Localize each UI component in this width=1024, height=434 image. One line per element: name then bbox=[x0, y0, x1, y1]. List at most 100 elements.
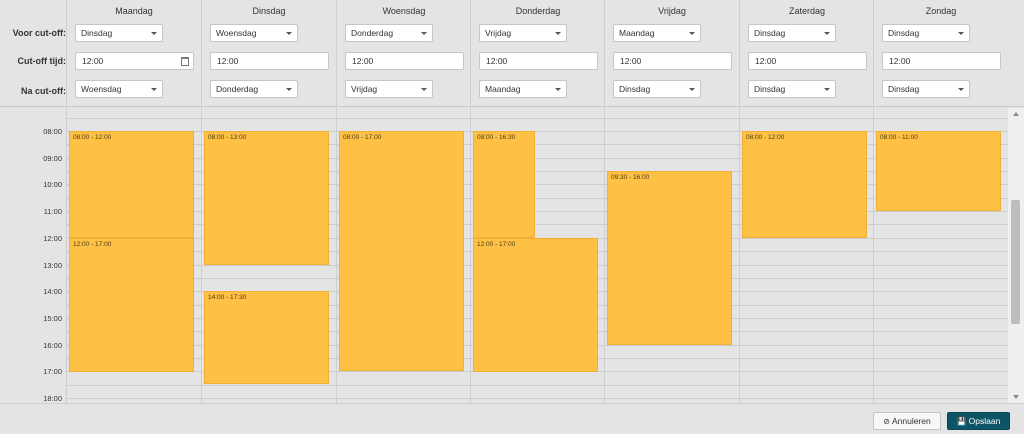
scroll-thumb[interactable] bbox=[1011, 200, 1020, 324]
chevron-down-icon bbox=[286, 88, 292, 91]
chevron-down-icon bbox=[958, 88, 964, 91]
after-cutoff-select[interactable]: Vrijdag bbox=[345, 80, 433, 98]
after-cutoff-select[interactable]: Dinsdag bbox=[882, 80, 970, 98]
cutoff-time-input[interactable]: 12:00 bbox=[345, 52, 464, 70]
cancel-button[interactable]: ⊘ Annuleren bbox=[873, 412, 941, 430]
footer-bar: ⊘ Annuleren 💾 Opslaan bbox=[0, 403, 1024, 434]
time-label: 08:00 bbox=[43, 127, 62, 136]
day-column-6: Zondag Dinsdag 12:00 Dinsdag bbox=[873, 0, 1008, 107]
vertical-scrollbar[interactable] bbox=[1008, 108, 1024, 403]
time-slot-label: 12:00 - 17:00 bbox=[73, 241, 112, 248]
cutoff-time-input[interactable]: 12:00 bbox=[613, 52, 732, 70]
day-name: Zondag bbox=[925, 6, 957, 16]
day-name: Vrijdag bbox=[658, 6, 686, 16]
time-label: 13:00 bbox=[43, 261, 62, 270]
time-slot-label: 09:30 - 16:00 bbox=[611, 174, 650, 181]
after-cutoff-value: Dinsdag bbox=[754, 84, 786, 94]
before-cutoff-select[interactable]: Dinsdag bbox=[882, 24, 970, 42]
time-slot-block[interactable]: 12:00 - 17:00 bbox=[69, 238, 194, 372]
column-divider bbox=[66, 108, 67, 403]
after-cutoff-select[interactable]: Woensdag bbox=[75, 80, 163, 98]
time-label: 15:00 bbox=[43, 314, 62, 323]
after-cutoff-select[interactable]: Dinsdag bbox=[748, 80, 836, 98]
day-column-2: Woensdag Donderdag 12:00 Vrijdag bbox=[336, 0, 471, 107]
time-label: 18:00 bbox=[43, 394, 62, 403]
before-cutoff-value: Dinsdag bbox=[888, 28, 920, 38]
after-cutoff-select[interactable]: Donderdag bbox=[210, 80, 298, 98]
before-cutoff-select[interactable]: Woensdag bbox=[210, 24, 298, 42]
time-label: 12:00 bbox=[43, 234, 62, 243]
column-divider bbox=[604, 108, 605, 403]
scroll-down-icon[interactable] bbox=[1013, 395, 1019, 399]
before-cutoff-value: Dinsdag bbox=[754, 28, 786, 38]
chevron-down-icon bbox=[151, 32, 157, 35]
time-slot-block[interactable]: 14:00 - 17:30 bbox=[204, 291, 329, 384]
before-cutoff-value: Maandag bbox=[619, 28, 655, 38]
cutoff-time-input[interactable]: 12:00 bbox=[748, 52, 867, 70]
time-label: 14:00 bbox=[43, 287, 62, 296]
chevron-down-icon bbox=[421, 88, 427, 91]
before-cutoff-select[interactable]: Maandag bbox=[613, 24, 701, 42]
time-label: 09:00 bbox=[43, 154, 62, 163]
calendar-icon[interactable] bbox=[181, 57, 189, 66]
cutoff-time-value: 12:00 bbox=[486, 56, 508, 66]
time-slot-label: 08:00 - 12:00 bbox=[73, 134, 112, 141]
chevron-down-icon bbox=[421, 32, 427, 35]
scroll-up-icon[interactable] bbox=[1013, 112, 1019, 116]
time-slot-block[interactable]: 08:00 - 13:00 bbox=[204, 131, 329, 265]
day-column-3: Donderdag Vrijdag 12:00 Maandag bbox=[470, 0, 605, 107]
time-slot-block[interactable]: 08:00 - 17:00 bbox=[339, 131, 464, 371]
time-slot-block[interactable]: 12:00 - 17:00 bbox=[473, 238, 598, 372]
time-slot-block[interactable]: 08:00 - 12:00 bbox=[69, 131, 194, 238]
chevron-down-icon bbox=[151, 88, 157, 91]
column-divider bbox=[336, 108, 337, 403]
after-cutoff-value: Maandag bbox=[485, 84, 521, 94]
day-name: Woensdag bbox=[382, 6, 426, 16]
save-button[interactable]: 💾 Opslaan bbox=[947, 412, 1010, 430]
time-label: 16:00 bbox=[43, 341, 62, 350]
column-divider bbox=[201, 108, 202, 403]
save-icon: 💾 bbox=[956, 417, 967, 426]
cancel-label: Annuleren bbox=[891, 416, 931, 426]
cutoff-time-input[interactable]: 12:00 bbox=[479, 52, 598, 70]
time-grid: 08:00 09:00 10:00 11:00 12:00 13:00 14:00 15:00… bbox=[0, 108, 1008, 403]
time-slot-label: 08:00 - 11:00 bbox=[880, 134, 918, 141]
chevron-down-icon bbox=[689, 88, 695, 91]
chevron-down-icon bbox=[555, 88, 561, 91]
day-column-0: Maandag Dinsdag 12:00 Woensdag bbox=[66, 0, 201, 107]
time-label: 10:00 bbox=[43, 180, 62, 189]
after-cutoff-select[interactable]: Dinsdag bbox=[613, 80, 701, 98]
chevron-down-icon bbox=[824, 88, 830, 91]
day-column-4: Vrijdag Maandag 12:00 Dinsdag bbox=[604, 0, 739, 107]
before-cutoff-select[interactable]: Dinsdag bbox=[748, 24, 836, 42]
time-slot-label: 12:00 - 17:00 bbox=[477, 241, 516, 248]
after-cutoff-value: Dinsdag bbox=[619, 84, 651, 94]
time-slot-block[interactable]: 08:00 - 12:00 bbox=[742, 131, 867, 238]
cutoff-time-value: 12:00 bbox=[889, 56, 911, 66]
before-cutoff-select[interactable]: Dinsdag bbox=[75, 24, 163, 42]
after-cutoff-value: Woensdag bbox=[81, 84, 122, 94]
column-divider bbox=[873, 108, 874, 403]
cutoff-settings-header: Voor cut-off: Cut-off tijd: Na cut-off: … bbox=[0, 0, 1024, 107]
schedule-editor: Voor cut-off: Cut-off tijd: Na cut-off: … bbox=[0, 0, 1024, 403]
cutoff-time-value: 12:00 bbox=[620, 56, 642, 66]
cutoff-time-input[interactable]: 12:00 bbox=[882, 52, 1001, 70]
time-slot-label: 08:00 - 12:00 bbox=[746, 134, 785, 141]
time-label: 17:00 bbox=[43, 367, 62, 376]
day-name: Maandag bbox=[115, 6, 153, 16]
cutoff-time-input[interactable]: 12:00 bbox=[210, 52, 329, 70]
chevron-down-icon bbox=[689, 32, 695, 35]
save-label: Opslaan bbox=[968, 416, 1001, 426]
before-cutoff-select[interactable]: Donderdag bbox=[345, 24, 433, 42]
time-slot-block[interactable]: 09:30 - 16:00 bbox=[607, 171, 732, 345]
time-slot-block[interactable]: 08:00 - 16:30 bbox=[473, 131, 535, 238]
cutoff-time-value: 12:00 bbox=[755, 56, 777, 66]
cutoff-time-value: 12:00 bbox=[82, 56, 104, 66]
cutoff-time-input[interactable]: 12:00 bbox=[75, 52, 194, 70]
day-name: Donderdag bbox=[515, 6, 561, 16]
grid-line bbox=[66, 385, 1008, 386]
after-cutoff-select[interactable]: Maandag bbox=[479, 80, 567, 98]
time-slot-block[interactable]: 08:00 - 11:00 bbox=[876, 131, 1001, 211]
before-cutoff-select[interactable]: Vrijdag bbox=[479, 24, 567, 42]
cutoff-time-value: 12:00 bbox=[352, 56, 374, 66]
